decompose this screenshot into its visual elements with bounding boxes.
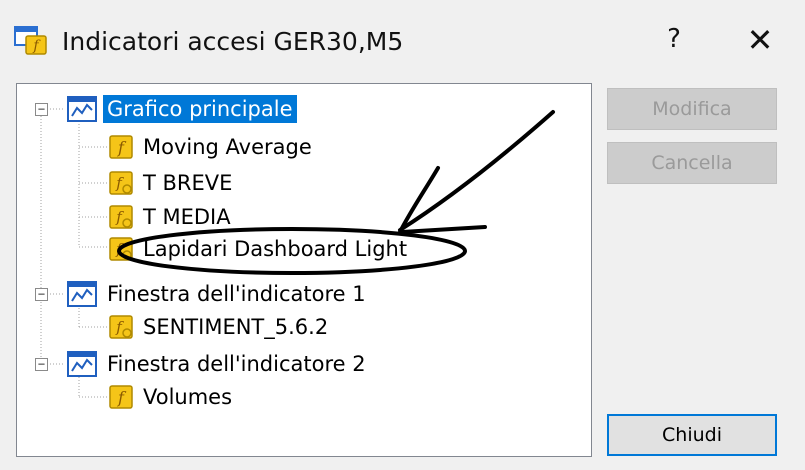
- help-button[interactable]: ?: [658, 22, 690, 56]
- tree-group-finestra-indicatore-2[interactable]: Finestra dell'indicatore 2: [67, 347, 370, 381]
- tree-group-finestra-indicatore-1[interactable]: Finestra dell'indicatore 1: [67, 277, 370, 311]
- indicators-dialog: f Indicatori accesi GER30,M5 ? ✕ − Grafi…: [0, 0, 805, 470]
- custom-function-icon: f: [109, 171, 133, 195]
- function-icon: f: [109, 135, 133, 159]
- tree-item-volumes[interactable]: f Volumes: [109, 380, 236, 414]
- tree-group-grafico-principale[interactable]: Grafico principale: [67, 92, 297, 126]
- close-icon[interactable]: ✕: [740, 22, 780, 58]
- expander-finestra-2[interactable]: −: [35, 358, 48, 371]
- tree-item-label: Volumes: [143, 385, 233, 409]
- function-icon: f: [109, 385, 133, 409]
- window-title: Indicatori accesi GER30,M5: [62, 27, 404, 56]
- tree-item-label: Lapidari Dashboard Light: [143, 237, 408, 261]
- tree-item-moving-average[interactable]: f Moving Average: [109, 130, 316, 164]
- close-dialog-button[interactable]: Chiudi: [607, 414, 777, 456]
- modify-button[interactable]: Modifica: [607, 88, 777, 130]
- tree-group-label: Finestra dell'indicatore 1: [107, 282, 366, 306]
- title-bar: f Indicatori accesi GER30,M5 ? ✕: [0, 0, 805, 82]
- tree-item-t-media[interactable]: f T MEDIA: [109, 200, 235, 234]
- tree-group-label: Finestra dell'indicatore 2: [107, 352, 366, 376]
- tree-item-label: Moving Average: [143, 135, 312, 159]
- expander-grafico-principale[interactable]: −: [35, 103, 48, 116]
- chart-window-icon: [67, 351, 97, 377]
- indicators-app-icon: f: [14, 26, 47, 55]
- indicator-tree[interactable]: − Grafico principale f Moving Average f …: [16, 83, 592, 457]
- chart-window-icon: [67, 281, 97, 307]
- tree-item-label: T BREVE: [143, 171, 233, 195]
- expander-finestra-1[interactable]: −: [35, 288, 48, 301]
- custom-function-icon: f: [109, 237, 133, 261]
- tree-item-t-breve[interactable]: f T BREVE: [109, 166, 236, 200]
- custom-function-icon: f: [109, 205, 133, 229]
- tree-group-label: Grafico principale: [103, 95, 297, 123]
- tree-item-lapidari-dashboard-light[interactable]: f Lapidari Dashboard Light: [109, 232, 411, 266]
- delete-button[interactable]: Cancella: [607, 142, 777, 184]
- tree-item-label: T MEDIA: [143, 205, 231, 229]
- tree-item-label: SENTIMENT_5.6.2: [143, 315, 329, 339]
- chart-window-icon: [67, 96, 97, 122]
- custom-function-icon: f: [109, 315, 133, 339]
- tree-item-sentiment[interactable]: f SENTIMENT_5.6.2: [109, 310, 332, 344]
